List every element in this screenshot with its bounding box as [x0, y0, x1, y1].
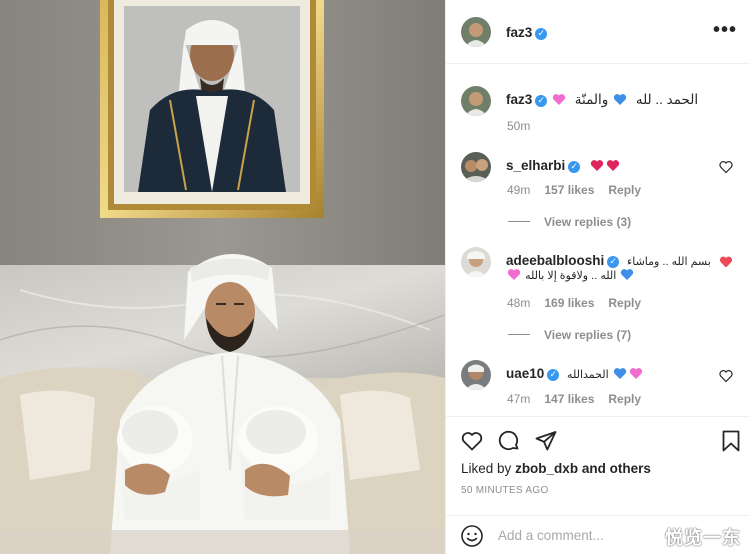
liked-by: Liked by zbob_dxb and others — [461, 461, 651, 476]
comment-username[interactable]: uae10 — [506, 366, 544, 381]
comment-icon[interactable] — [497, 429, 521, 453]
red-heart-icon — [590, 160, 604, 171]
comment-avatar[interactable] — [461, 247, 491, 277]
like-comment-icon[interactable] — [719, 369, 733, 383]
post-header: faz3 ✓ ••• — [446, 0, 750, 64]
post-actions: Liked by zbob_dxb and others 50 MINUTES … — [446, 416, 750, 554]
caption-author-avatar[interactable] — [461, 86, 491, 116]
share-icon[interactable] — [534, 429, 558, 453]
replies-divider — [508, 334, 530, 335]
verified-badge-icon: ✓ — [607, 256, 620, 268]
caption-text-1: والمنّة — [574, 92, 609, 107]
caption-meta: 50m — [507, 119, 544, 133]
comment-text: الحمدالله — [567, 369, 609, 381]
comment-username[interactable]: s_elharbi — [506, 158, 565, 173]
post-sidebar: faz3 ✓ ••• faz3 ✓ والمنّة الحمد .. لله 50m… — [445, 0, 750, 554]
caption-text-2: الحمد .. لله — [635, 92, 699, 107]
comment-likes[interactable]: 169 likes — [544, 296, 594, 310]
comment-line: uae10 ✓ الحمدالله — [506, 366, 644, 381]
like-comment-icon[interactable] — [719, 160, 733, 174]
liked-by-others[interactable]: and others — [582, 461, 651, 476]
view-replies-label: View replies (7) — [544, 328, 632, 342]
pink-heart-icon — [552, 94, 566, 105]
red-heart-icon — [606, 160, 620, 171]
more-options-icon[interactable]: ••• — [713, 20, 737, 40]
add-comment-input[interactable]: Add a comment... — [498, 528, 604, 543]
post-image — [0, 0, 445, 554]
pink-heart-icon — [507, 269, 521, 280]
comment-text: بسم الله .. وماشاء — [627, 256, 711, 268]
post-timestamp: 50 MINUTES AGO — [461, 485, 549, 496]
liked-by-prefix: Liked by — [461, 461, 512, 476]
comment-line: s_elharbi ✓ — [506, 158, 621, 173]
comment-time: 49m — [507, 183, 531, 197]
reply-button[interactable]: Reply — [608, 392, 641, 406]
post-author[interactable]: faz3 ✓ — [506, 24, 548, 42]
comment-meta: 49m 157 likes Reply — [507, 183, 655, 197]
post-photo[interactable] — [0, 0, 445, 554]
liked-by-user[interactable]: zbob_dxb — [515, 461, 578, 476]
verified-badge-icon: ✓ — [535, 95, 548, 107]
view-replies-label: View replies (3) — [544, 215, 632, 229]
post-author-avatar[interactable] — [461, 17, 491, 47]
comment-line-2: الله .. ولاقوة إلا بالله — [506, 268, 635, 282]
blue-heart-icon — [614, 368, 627, 379]
comment-line: adeebalblooshi ✓ بسم الله .. وماشاء — [506, 253, 711, 268]
verified-badge-icon: ✓ — [547, 369, 560, 381]
blue-heart-icon — [613, 94, 627, 105]
reply-button[interactable]: Reply — [608, 296, 641, 310]
comment-meta: 47m 147 likes Reply — [507, 392, 655, 406]
comment-time: 47m — [507, 392, 531, 406]
caption-line: faz3 ✓ والمنّة الحمد .. لله — [506, 92, 698, 108]
watermark: 悦览一东 — [665, 528, 741, 549]
comment-avatar[interactable] — [461, 360, 491, 390]
heart-icon[interactable] — [460, 429, 484, 453]
comment-text-2: الله .. ولاقوة إلا بالله — [525, 270, 617, 282]
caption-username[interactable]: faz3 — [506, 92, 532, 107]
caption-time: 50m — [507, 119, 531, 133]
comment-time: 48m — [507, 296, 531, 310]
verified-badge-icon: ✓ — [568, 161, 581, 173]
view-replies-button[interactable]: View replies (3) — [508, 215, 631, 229]
verified-badge-icon: ✓ — [535, 28, 548, 40]
comment-likes[interactable]: 147 likes — [544, 392, 594, 406]
comment-likes[interactable]: 157 likes — [544, 183, 594, 197]
smile-icon[interactable] — [460, 524, 484, 548]
liked-comment-icon[interactable] — [719, 255, 733, 269]
add-comment-bar: Add a comment... 悦览一东 — [446, 515, 750, 554]
comment-meta: 48m 169 likes Reply — [507, 296, 655, 310]
pink-heart-icon — [630, 368, 643, 379]
comment-avatar[interactable] — [461, 152, 491, 182]
view-replies-button[interactable]: View replies (7) — [508, 328, 631, 342]
reply-button[interactable]: Reply — [608, 183, 641, 197]
post-author-username[interactable]: faz3 — [506, 25, 532, 40]
blue-heart-icon — [621, 269, 634, 280]
bookmark-icon[interactable] — [719, 429, 743, 453]
replies-divider — [508, 221, 530, 222]
comment-username[interactable]: adeebalblooshi — [506, 253, 604, 268]
